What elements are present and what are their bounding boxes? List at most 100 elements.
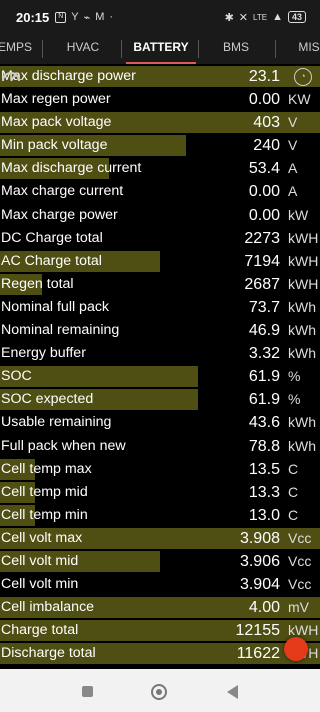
- row-unit: kWH: [288, 252, 319, 269]
- data-row: Usable remaining 43.6 kWh: [0, 411, 320, 434]
- data-row: Max charge power 0.00 kW: [0, 204, 320, 227]
- row-label: Discharge total: [1, 645, 96, 662]
- row-unit: Vcc: [288, 576, 312, 593]
- row-value: 3.904: [239, 576, 280, 594]
- row-label: Max charge power: [1, 206, 118, 223]
- status-bar: 20:15 N Y ⌁ M · ✱ ✕ LTE ▲ 43: [0, 0, 320, 34]
- row-value: 13.3: [248, 483, 280, 501]
- data-row: Cell volt max 3.908 Vcc: [0, 527, 320, 550]
- row-unit: A: [288, 160, 298, 177]
- row-label: Cell volt mid: [1, 552, 79, 569]
- row-unit: %: [288, 368, 301, 385]
- data-row: DC Charge total 2273 kWH: [0, 227, 320, 250]
- tab-divider: [121, 40, 122, 58]
- row-unit: mV: [288, 599, 309, 616]
- row-label: Max discharge current: [1, 160, 142, 177]
- tab-mis[interactable]: MIS: [284, 34, 320, 64]
- row-value: 240: [253, 137, 280, 155]
- notification-icons: N Y ⌁ M ·: [55, 11, 113, 24]
- row-value: 61.9: [248, 391, 280, 409]
- row-label: Min pack voltage: [1, 137, 108, 154]
- back-button[interactable]: [227, 685, 238, 699]
- row-value: 3.908: [239, 529, 280, 547]
- data-row: Max charge current 0.00 A: [0, 180, 320, 203]
- home-button[interactable]: [151, 684, 167, 700]
- tab-divider: [275, 40, 276, 58]
- notification-dot-icon: ·: [109, 11, 114, 23]
- row-label: Regen total: [1, 275, 74, 292]
- row-value: 61.9: [248, 368, 280, 386]
- row-unit: C: [288, 460, 299, 477]
- row-value: 3.906: [239, 552, 280, 570]
- tab-divider: [42, 40, 43, 58]
- status-time: 20:15: [16, 9, 50, 25]
- row-unit: Vcc: [288, 552, 312, 569]
- data-row: Min pack voltage 240 V: [0, 134, 320, 157]
- row-unit: C: [288, 506, 299, 523]
- notification-mail-icon: M: [95, 11, 105, 23]
- row-value: 4.00: [248, 599, 280, 617]
- data-row: SOC 61.9%: [0, 365, 320, 388]
- data-row: Cell temp mid 13.3 C: [0, 481, 320, 504]
- row-unit: kWH: [288, 275, 319, 292]
- row-label: Cell volt max: [1, 529, 83, 546]
- data-row: Discharge total11622kWH: [0, 642, 320, 665]
- row-value: 2273: [244, 229, 280, 247]
- row-label: Full pack when new: [1, 437, 126, 454]
- battery-data-list[interactable]: Max discharge power 23.1 Max regen power 0.…: [0, 65, 320, 669]
- row-value: 23.1: [248, 68, 280, 85]
- data-row: Cell volt min 3.904 Vcc: [0, 573, 320, 596]
- row-label: AC Charge total: [1, 252, 102, 269]
- gauge-badge-icon[interactable]: ◔: [294, 68, 312, 86]
- tab-battery[interactable]: BATTERY: [126, 34, 196, 64]
- notification-usb-icon: ⌁: [83, 11, 91, 24]
- data-row: SOC expected 61.9%: [0, 388, 320, 411]
- speedometer-icon: [0, 66, 22, 88]
- row-unit: V: [288, 114, 298, 131]
- recents-button[interactable]: [82, 686, 93, 697]
- row-value: 11622: [236, 645, 280, 663]
- row-label: Cell volt min: [1, 576, 79, 593]
- row-value: 78.8: [248, 437, 280, 455]
- data-row: Charge total 12155 kWH: [0, 619, 320, 642]
- battery-icon: 43: [287, 11, 306, 23]
- row-value: 7194: [244, 252, 280, 270]
- row-value: 43.6: [248, 414, 280, 432]
- row-label: Max regen power: [1, 91, 111, 108]
- data-row: AC Charge total 7194 kWH: [0, 250, 320, 273]
- row-label: Usable remaining: [1, 414, 112, 431]
- row-value: 0.00: [248, 91, 280, 109]
- row-label: Cell temp max: [1, 460, 92, 477]
- data-row: Cell temp min 13.0 C: [0, 504, 320, 527]
- data-row: Full pack when new 78.8 kWh: [0, 435, 320, 458]
- tab-emps[interactable]: EMPS: [0, 34, 34, 64]
- row-label: Energy buffer: [1, 345, 86, 362]
- row-unit: kWh: [288, 414, 316, 431]
- data-row: Cell volt mid 3.906 Vcc: [0, 550, 320, 573]
- data-row: Max discharge power 23.1: [0, 65, 320, 88]
- row-value: 53.4: [248, 160, 280, 178]
- bluetooth-icon: ✱: [224, 11, 234, 24]
- data-row: Max discharge current 53.4 A: [0, 157, 320, 180]
- row-label: SOC: [1, 368, 32, 385]
- data-row: Cell imbalance 4.00 mV: [0, 596, 320, 619]
- row-label: Nominal remaining: [1, 322, 120, 339]
- data-row: Max regen power 0.00 KW: [0, 88, 320, 111]
- record-button[interactable]: [284, 637, 308, 661]
- row-unit: kW: [288, 206, 309, 223]
- row-value: 3.32: [248, 345, 280, 363]
- row-unit: V: [288, 137, 298, 154]
- row-unit: kWh: [288, 345, 316, 362]
- row-label: Charge total: [1, 622, 79, 639]
- row-value: 13.0: [248, 506, 280, 524]
- row-unit: kWh: [288, 322, 316, 339]
- row-label: Cell temp mid: [1, 483, 88, 500]
- row-unit: Vcc: [288, 529, 312, 546]
- tab-bar: EMPS HVAC BATTERY BMS MIS: [0, 34, 320, 64]
- tab-bms[interactable]: BMS: [204, 34, 268, 64]
- row-label: DC Charge total: [1, 229, 103, 246]
- row-unit: C: [288, 483, 299, 500]
- tab-hvac[interactable]: HVAC: [50, 34, 116, 64]
- row-unit: %: [288, 391, 301, 408]
- row-unit: kWh: [288, 437, 316, 454]
